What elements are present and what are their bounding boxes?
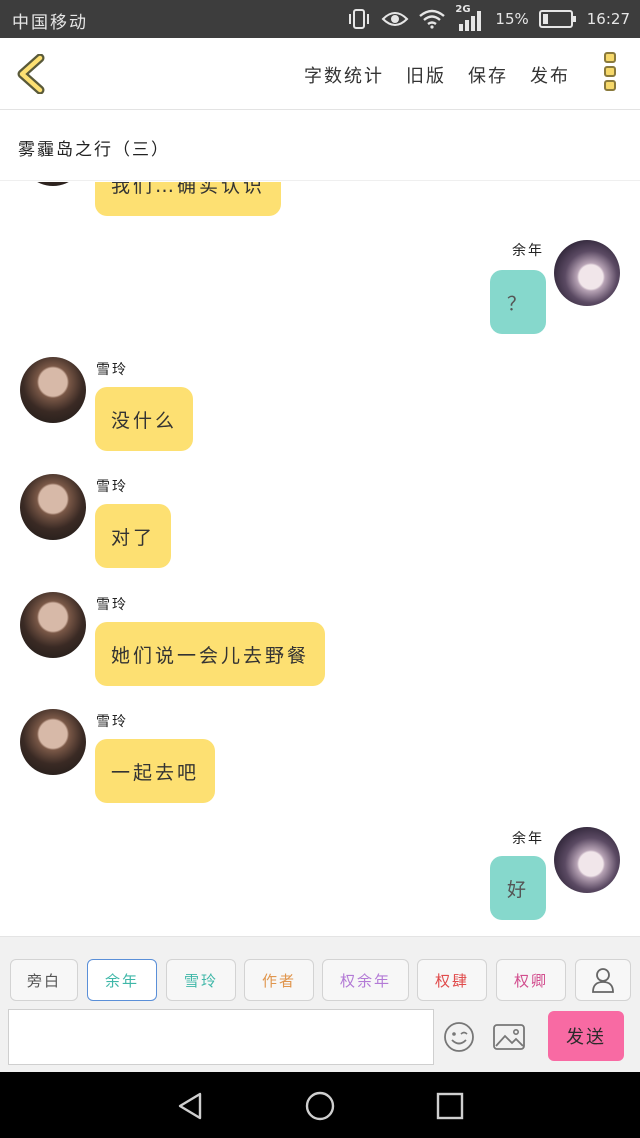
chapter-title[interactable]: 雾霾岛之行（三）	[18, 135, 170, 160]
avatar[interactable]	[20, 357, 86, 423]
insert-image-button[interactable]	[492, 1021, 526, 1053]
role-tag-xueling[interactable]: 雪玲	[166, 959, 236, 1001]
message-bubble[interactable]: 没什么	[95, 387, 194, 451]
home-circle-icon[interactable]	[304, 1090, 336, 1122]
vibrate-icon	[349, 9, 370, 29]
role-tag-quanqing[interactable]: 权卿	[496, 959, 566, 1001]
wifi-icon	[419, 9, 446, 29]
tag-label: 旁白	[26, 971, 61, 990]
emoji-icon	[444, 1022, 474, 1052]
role-tag-narrator[interactable]: 旁白	[10, 959, 78, 1001]
tag-label: 权肆	[434, 971, 469, 990]
tag-label: 权卿	[513, 971, 548, 990]
chevron-left-icon	[17, 53, 45, 95]
sender-name: 余年	[512, 831, 544, 847]
avatar[interactable]	[20, 182, 86, 186]
chat-area[interactable]: 我们…确实认识 余年 ？ 雪玲 没什么 雪玲 对了 雪玲 她们说一会儿去野餐 雪…	[0, 182, 640, 936]
menu-dot-icon	[604, 66, 616, 77]
message-bubble[interactable]: 好	[490, 856, 546, 920]
image-icon	[493, 1024, 525, 1050]
message-input[interactable]	[8, 1009, 434, 1065]
message-bubble[interactable]: ？	[490, 270, 546, 334]
old-version-button[interactable]: 旧版	[406, 62, 446, 88]
sender-name: 雪玲	[96, 362, 128, 378]
emoji-button[interactable]	[443, 1021, 475, 1053]
send-button[interactable]: 发送	[548, 1011, 624, 1061]
tag-label: 雪玲	[183, 971, 218, 990]
manage-roles-button[interactable]	[575, 959, 631, 1001]
role-tag-author[interactable]: 作者	[244, 959, 314, 1001]
sender-name: 余年	[512, 243, 544, 259]
carrier-name: 中国移动	[12, 13, 88, 33]
menu-dot-icon	[604, 52, 616, 63]
role-tag-yunian[interactable]: 余年	[87, 959, 157, 1001]
message-bubble[interactable]: 她们说一会儿去野餐	[95, 622, 326, 686]
avatar[interactable]	[554, 240, 620, 306]
status-icons: 2G 15% 16:27	[347, 4, 630, 34]
avatar[interactable]	[554, 827, 620, 893]
battery-percent: 15%	[495, 10, 529, 28]
message-bubble[interactable]: 对了	[95, 504, 172, 568]
chapter-title-bar: 雾霾岛之行（三）	[0, 111, 640, 181]
role-tag-bar: 旁白 余年 雪玲 作者 权余年 权肆 权卿 发送	[0, 936, 640, 1072]
status-bar: 中国移动 2G 15% 16:27	[0, 0, 640, 38]
more-menu-button[interactable]	[602, 52, 618, 96]
role-tag-quanyunian[interactable]: 权余年	[322, 959, 409, 1001]
word-count-button[interactable]: 字数统计	[304, 62, 384, 88]
sender-name: 雪玲	[96, 597, 128, 613]
system-nav-bar	[0, 1072, 640, 1138]
signal-bars-icon	[459, 11, 482, 31]
save-button[interactable]: 保存	[468, 62, 508, 88]
publish-button[interactable]: 发布	[530, 62, 570, 88]
avatar[interactable]	[20, 592, 86, 658]
clock: 16:27	[586, 10, 630, 28]
tag-label: 作者	[261, 971, 296, 990]
message-bubble[interactable]: 我们…确实认识	[95, 182, 282, 216]
signal-indicator: 2G	[455, 4, 485, 32]
battery-icon	[538, 10, 576, 28]
sender-name: 雪玲	[96, 479, 128, 495]
role-tag-quansi[interactable]: 权肆	[417, 959, 487, 1001]
editor-header: 字数统计 旧版 保存 发布	[0, 38, 640, 110]
menu-dot-icon	[604, 80, 616, 91]
tag-label: 余年	[104, 971, 139, 990]
recents-square-icon[interactable]	[434, 1090, 466, 1122]
avatar[interactable]	[20, 709, 86, 775]
header-actions: 字数统计 旧版 保存 发布	[304, 62, 570, 88]
tag-label: 权余年	[339, 971, 391, 990]
back-button[interactable]	[14, 53, 50, 95]
back-triangle-icon[interactable]	[174, 1090, 206, 1122]
eye-icon	[382, 12, 409, 26]
sender-name: 雪玲	[96, 714, 128, 730]
user-icon	[592, 968, 614, 993]
message-bubble[interactable]: 一起去吧	[95, 739, 216, 803]
avatar[interactable]	[20, 474, 86, 540]
